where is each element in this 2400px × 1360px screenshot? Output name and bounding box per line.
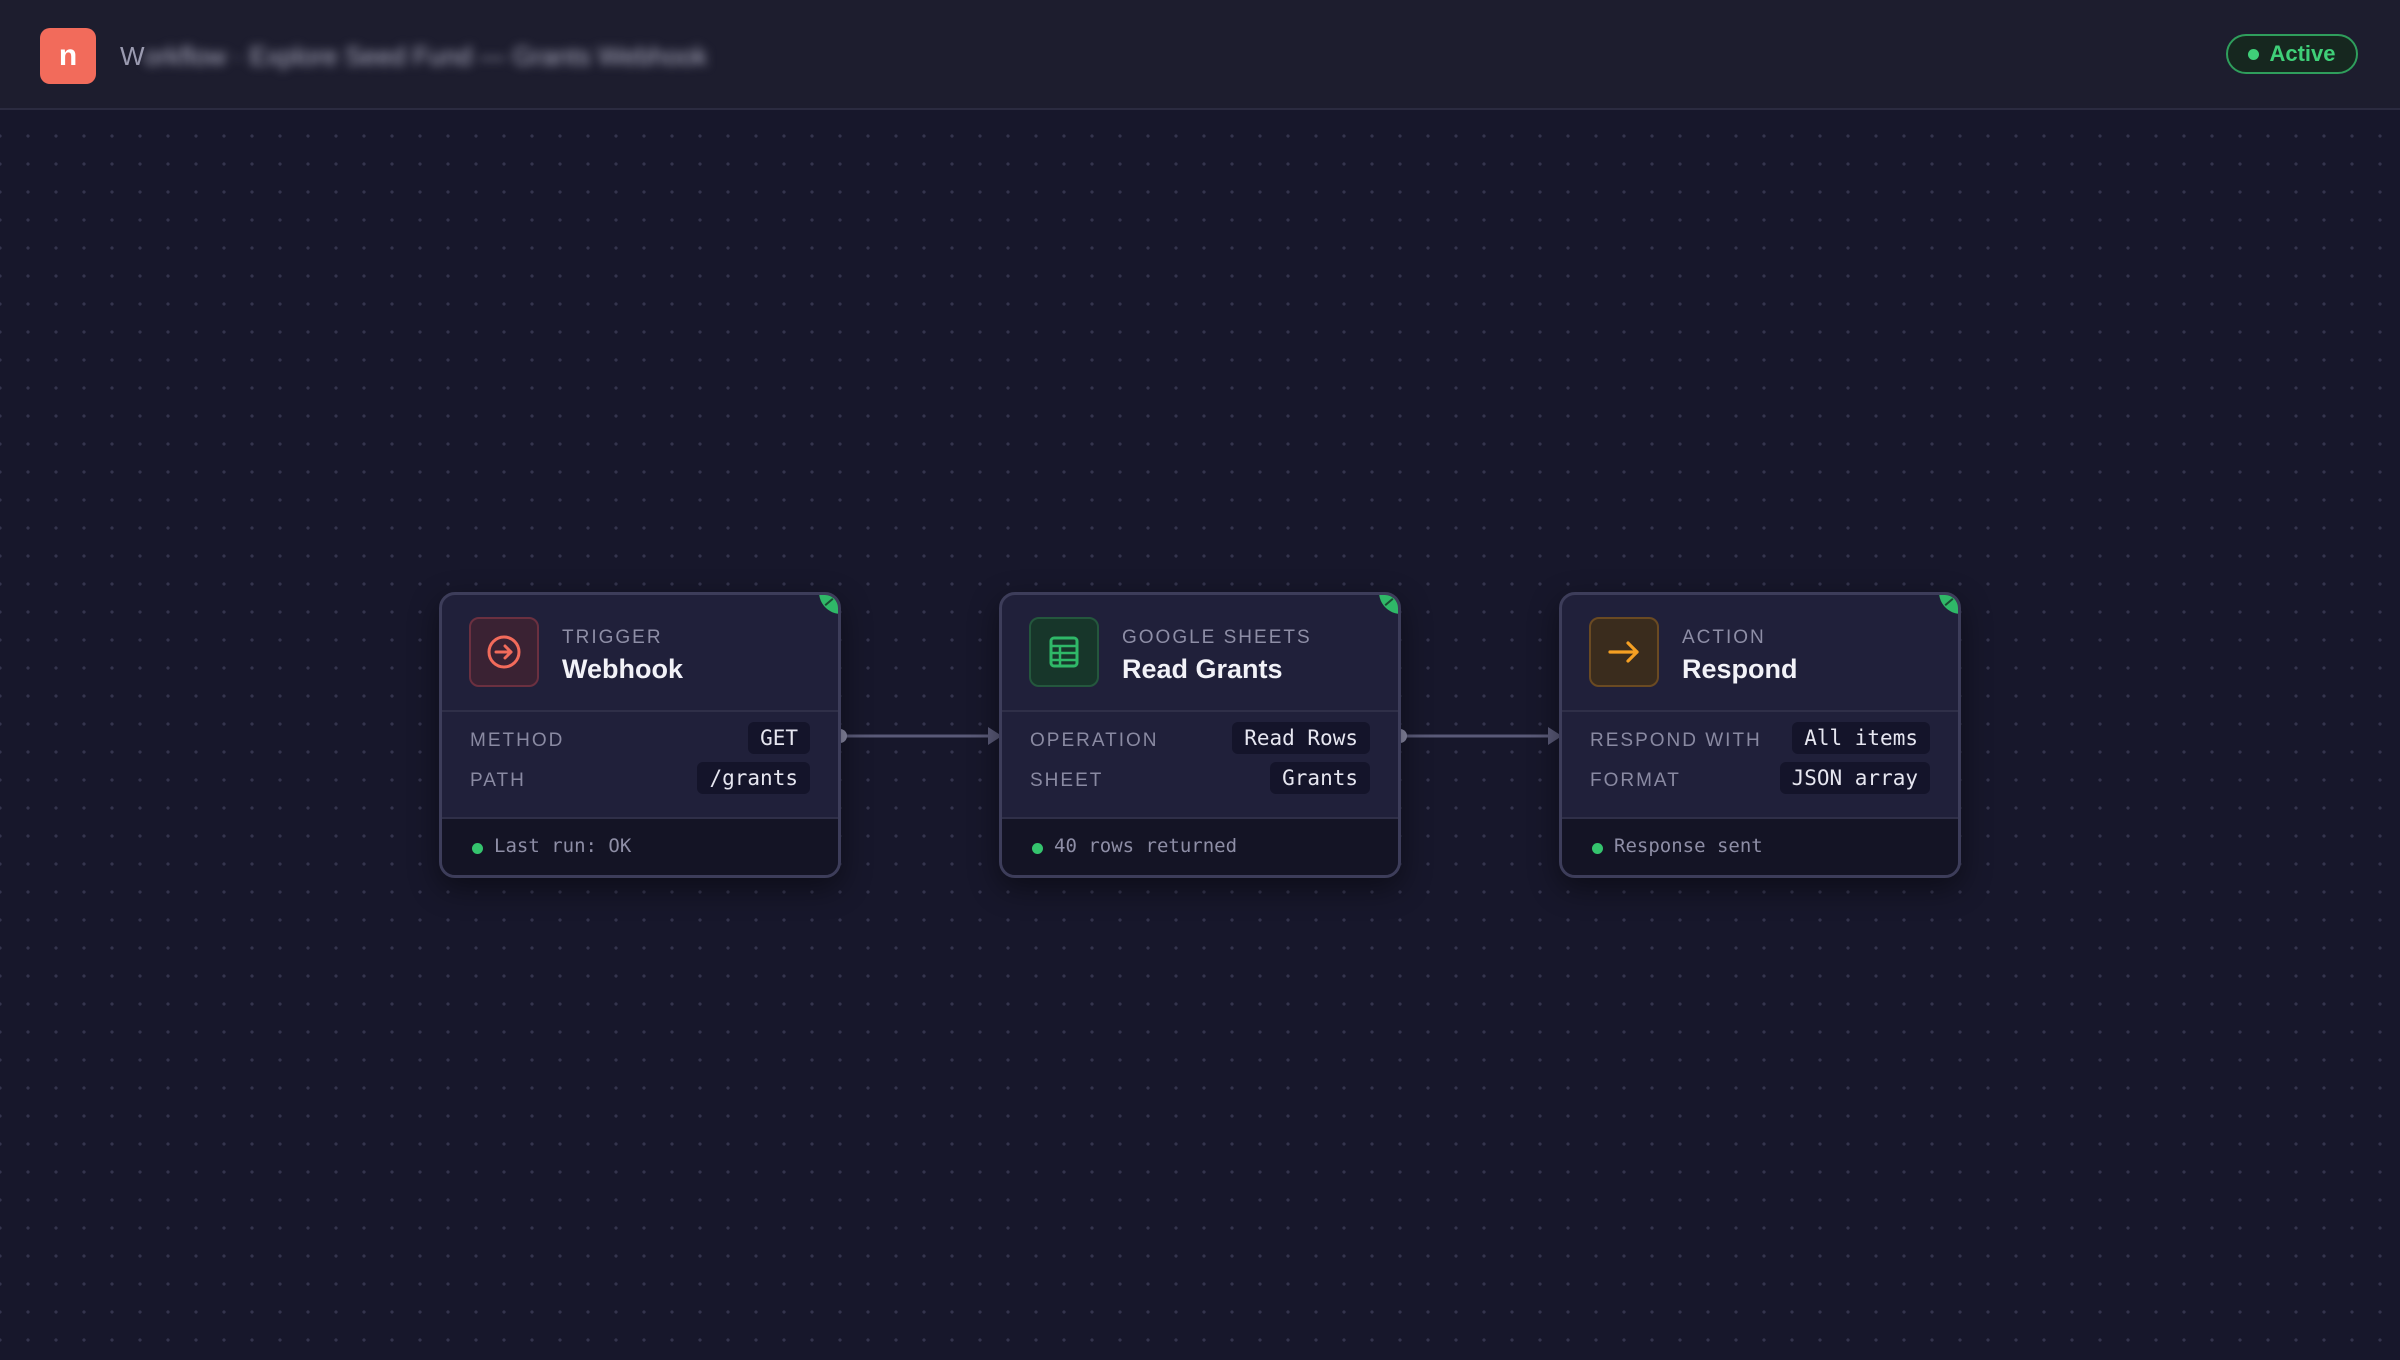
param-value[interactable]: JSON array <box>1779 762 1930 794</box>
arrow-circle-icon <box>469 617 539 687</box>
param-row: FORMAT JSON array <box>1562 760 1958 800</box>
param-value[interactable]: Grants <box>1270 762 1370 794</box>
status-dot-icon <box>2248 48 2260 60</box>
param-value[interactable]: /grants <box>697 762 810 794</box>
status-text: 40 rows returned <box>1054 835 1238 857</box>
node-params: RESPOND WITH All items FORMAT JSON array <box>1562 712 1958 796</box>
node-header: ACTION Respond <box>1562 595 1958 712</box>
param-label: FORMAT <box>1590 770 1681 791</box>
param-label: RESPOND WITH <box>1590 730 1762 751</box>
node-status: 40 rows returned <box>1002 817 1398 875</box>
node-status: Response sent <box>1562 817 1958 875</box>
status-label: Active <box>2269 41 2336 66</box>
top-bar: n Workflow · Explore Seed Fund — Grants … <box>0 0 2400 110</box>
spreadsheet-icon <box>1029 617 1099 687</box>
app-logo[interactable]: n <box>40 28 96 84</box>
status-dot-icon <box>472 843 483 854</box>
param-row: METHOD GET <box>442 720 838 760</box>
param-row: SHEET Grants <box>1002 760 1398 800</box>
node-header: TRIGGER Webhook <box>442 595 838 712</box>
node-webhook[interactable]: TRIGGER Webhook METHOD GET PATH /grants … <box>439 592 841 878</box>
workflow-title-blurred: orkflow · Explore Seed Fund — Grants Web… <box>144 41 708 71</box>
workflow-title[interactable]: Workflow · Explore Seed Fund — Grants We… <box>120 38 707 74</box>
active-status-toggle[interactable]: Active <box>2226 34 2358 74</box>
node-name: Webhook <box>562 654 683 684</box>
param-value[interactable]: GET <box>748 722 810 754</box>
status-text: Response sent <box>1614 835 1763 857</box>
param-label: PATH <box>470 770 526 791</box>
status-dot-icon <box>1592 843 1603 854</box>
logo-letter: n <box>58 39 78 72</box>
param-label: METHOD <box>470 730 565 751</box>
workflow-title-visible: W <box>120 41 145 71</box>
node-name: Read Grants <box>1122 654 1283 684</box>
status-text: Last run: OK <box>494 835 632 857</box>
arrow-right-icon <box>1589 617 1659 687</box>
node-params: OPERATION Read Rows SHEET Grants <box>1002 712 1398 796</box>
status-dot-icon <box>1032 843 1043 854</box>
node-kind: ACTION <box>1682 627 1766 648</box>
node-kind: GOOGLE SHEETS <box>1122 627 1312 648</box>
param-row: RESPOND WITH All items <box>1562 720 1958 760</box>
param-value[interactable]: All items <box>1792 722 1930 754</box>
node-google-sheets[interactable]: GOOGLE SHEETS Read Grants OPERATION Read… <box>999 592 1401 878</box>
node-respond[interactable]: ACTION Respond RESPOND WITH All items FO… <box>1559 592 1961 878</box>
param-row: OPERATION Read Rows <box>1002 720 1398 760</box>
node-status: Last run: OK <box>442 817 838 875</box>
param-value[interactable]: Read Rows <box>1232 722 1370 754</box>
param-label: OPERATION <box>1030 730 1159 751</box>
param-row: PATH /grants <box>442 760 838 800</box>
param-label: SHEET <box>1030 770 1104 791</box>
node-kind: TRIGGER <box>562 627 663 648</box>
node-name: Respond <box>1682 654 1798 684</box>
node-header: GOOGLE SHEETS Read Grants <box>1002 595 1398 712</box>
node-params: METHOD GET PATH /grants <box>442 712 838 796</box>
